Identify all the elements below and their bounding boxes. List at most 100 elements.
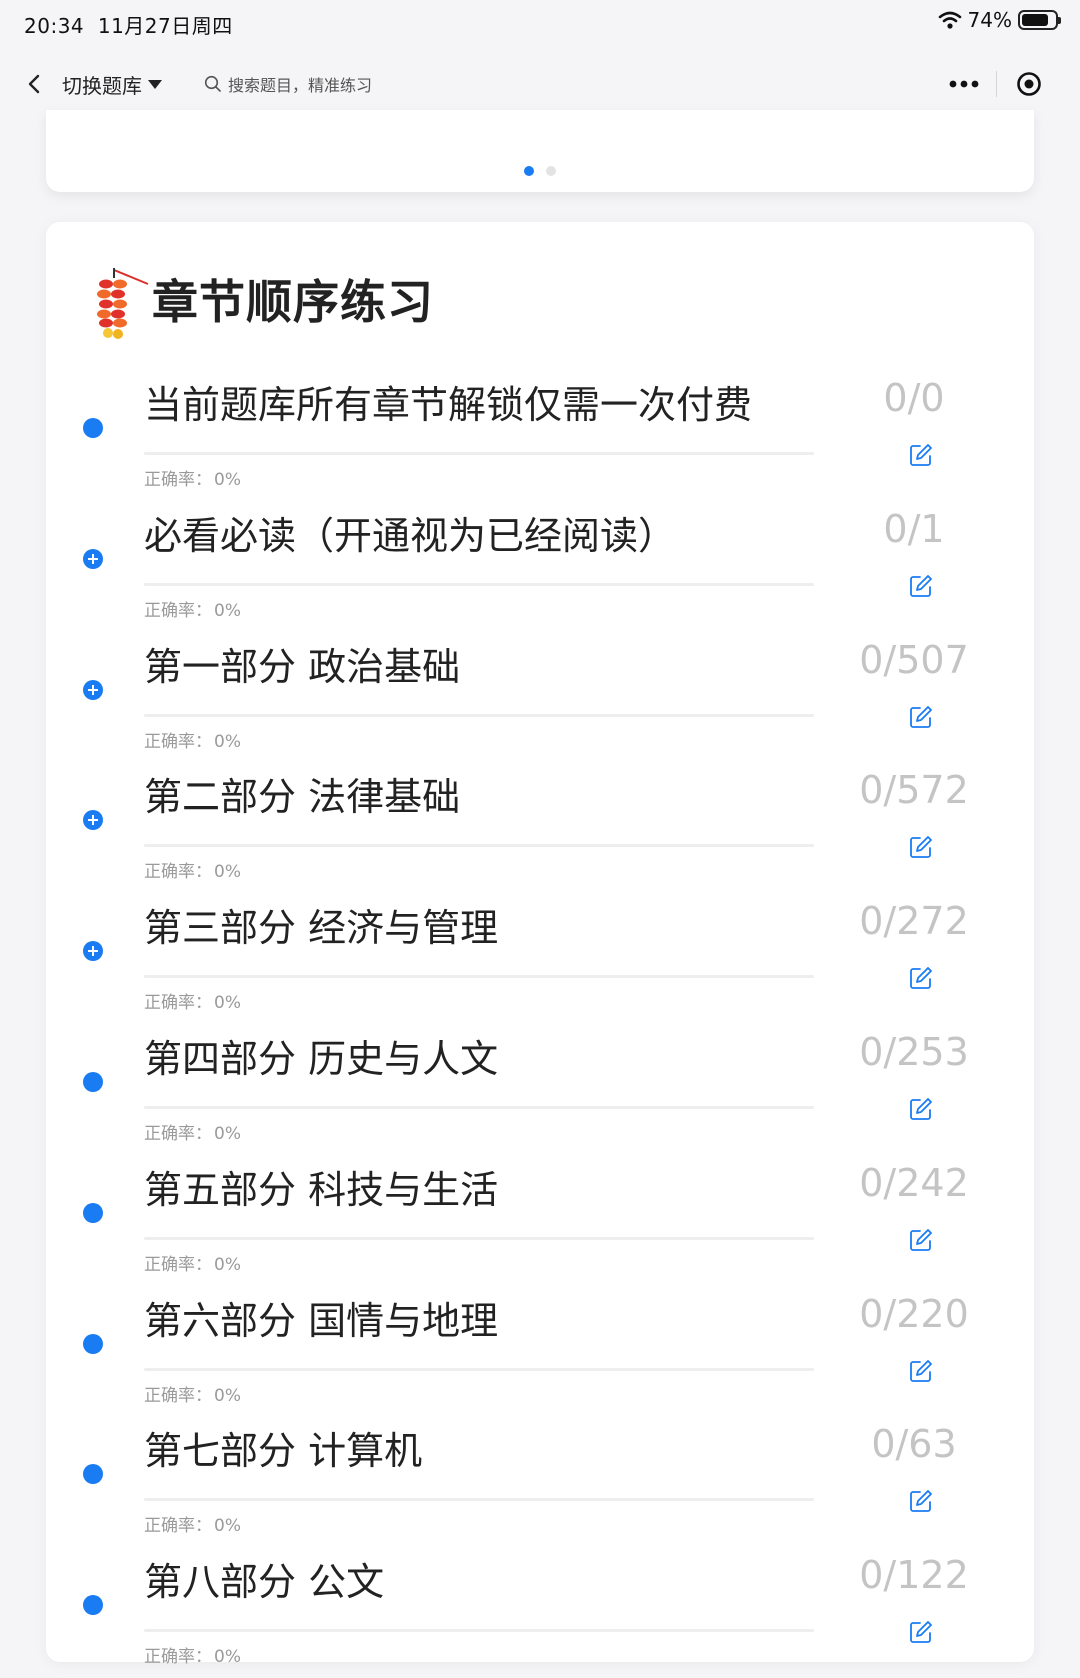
chapter-title: 第六部分 国情与地理	[144, 1298, 499, 1343]
back-arrow-icon[interactable]	[20, 68, 52, 100]
chapter-progress-track	[144, 975, 814, 979]
edit-icon[interactable]	[908, 1096, 934, 1122]
accuracy-text: 正确率： 0%	[144, 988, 241, 1013]
carousel-dot[interactable]	[546, 166, 556, 176]
carousel-indicator	[46, 166, 1034, 176]
edit-icon[interactable]	[908, 1358, 934, 1384]
accuracy-text: 正确率： 0%	[144, 857, 241, 882]
more-button[interactable]	[932, 62, 996, 106]
accuracy-label: 正确率：	[144, 993, 212, 1014]
chapter-progress-track	[144, 1367, 814, 1371]
target-icon	[1016, 72, 1041, 96]
accuracy-text: 正确率： 0%	[144, 1119, 241, 1144]
accuracy-value: 0%	[214, 993, 241, 1014]
accuracy-value: 0%	[214, 1254, 241, 1275]
chapter-count: 0/0	[883, 376, 945, 420]
edit-icon[interactable]	[908, 442, 934, 468]
status-time-date: 20:34 11月27日周四	[24, 10, 233, 39]
chapter-row[interactable]: 第二部分 法律基础正确率： 0% 0/572	[46, 762, 1034, 893]
expand-plus-icon[interactable]	[83, 941, 103, 962]
mini-program-capsule	[932, 62, 1060, 106]
more-dots-icon	[949, 80, 979, 88]
accuracy-value: 0%	[214, 600, 241, 621]
chapter-title: 第七部分 计算机	[144, 1429, 423, 1474]
chapter-progress-track	[144, 1105, 814, 1109]
accuracy-label: 正确率：	[144, 731, 212, 752]
chapter-count: 0/272	[859, 899, 969, 944]
carousel-dot-active[interactable]	[524, 166, 534, 176]
chapter-row[interactable]: 第七部分 计算机正确率： 0% 0/63	[46, 1416, 1034, 1547]
chapter-row[interactable]: 必看必读（开通视为已经阅读） 正确率： 0% 0/1	[46, 501, 1034, 632]
chapter-count: 0/507	[859, 637, 969, 682]
chapter-row[interactable]: 当前题库所有章节解锁仅需一次付费正确率： 0% 0/0	[46, 370, 1034, 501]
chapter-count: 0/220	[859, 1291, 969, 1336]
chapter-row[interactable]: 第一部分 政治基础正确率： 0% 0/507	[46, 632, 1034, 763]
chapter-title: 当前题库所有章节解锁仅需一次付费	[144, 383, 753, 427]
edit-icon[interactable]	[908, 704, 934, 730]
accuracy-label: 正确率：	[144, 1254, 212, 1275]
chapter-row[interactable]: 第三部分 经济与管理正确率： 0% 0/272	[46, 893, 1034, 1024]
chapter-progress-track	[144, 452, 814, 455]
accuracy-label: 正确率：	[144, 470, 212, 490]
chapter-count: 0/253	[859, 1029, 969, 1074]
edit-icon[interactable]	[908, 834, 934, 860]
accuracy-value: 0%	[214, 1647, 241, 1668]
bullet-dot-icon	[83, 1071, 103, 1092]
accuracy-text: 正确率： 0%	[144, 1511, 241, 1536]
switch-bank-button[interactable]: 切换题库	[62, 70, 162, 99]
battery-icon	[1018, 10, 1061, 30]
accuracy-text: 正确率： 0%	[144, 1381, 241, 1406]
chapter-count: 0/63	[871, 1422, 957, 1467]
accuracy-label: 正确率：	[144, 1123, 212, 1144]
search-icon	[204, 75, 221, 92]
search-input[interactable]: 搜索题目，精准练习	[204, 72, 372, 96]
expand-plus-icon[interactable]	[83, 548, 103, 569]
chapter-title: 第三部分 经济与管理	[144, 906, 499, 951]
edit-icon[interactable]	[908, 965, 934, 991]
edit-icon[interactable]	[908, 1619, 934, 1645]
chapter-title: 第一部分 政治基础	[144, 644, 461, 689]
accuracy-text: 正确率： 0%	[144, 727, 241, 752]
battery-percent: 74%	[967, 8, 1012, 32]
status-time: 20:34	[24, 14, 85, 38]
bullet-dot-icon	[83, 1333, 103, 1354]
status-date: 11月27日周四	[97, 14, 233, 38]
chapter-progress-track	[144, 582, 814, 586]
banner-carousel[interactable]	[46, 110, 1034, 192]
edit-icon[interactable]	[908, 1488, 934, 1514]
close-mini-program-button[interactable]	[997, 62, 1060, 106]
expand-plus-icon[interactable]	[83, 810, 103, 831]
accuracy-text: 正确率： 0%	[144, 465, 241, 490]
chapter-progress-track	[144, 844, 814, 848]
chapter-row[interactable]: 第八部分 公文 正确率： 0% 0/122	[46, 1547, 1034, 1678]
accuracy-label: 正确率：	[144, 600, 212, 621]
chapter-progress-track	[144, 713, 814, 717]
chapter-row[interactable]: 第五部分 科技与生活 正确率： 0% 0/242	[46, 1155, 1034, 1286]
switch-bank-label: 切换题库	[62, 74, 142, 98]
chapter-row[interactable]: 第四部分 历史与人文 正确率： 0% 0/253	[46, 1024, 1034, 1155]
bullet-dot-icon	[83, 418, 103, 438]
status-bar: 20:34 11月27日周四 74%	[0, 0, 1080, 48]
chapter-count: 0/1	[883, 506, 945, 551]
accuracy-label: 正确率：	[144, 1516, 212, 1537]
chapter-progress-track	[144, 1236, 814, 1240]
bullet-dot-icon	[83, 1595, 103, 1616]
expand-plus-icon[interactable]	[83, 679, 103, 700]
chapter-count: 0/572	[859, 768, 969, 813]
wifi-icon	[938, 11, 961, 29]
edit-icon[interactable]	[908, 573, 934, 599]
accuracy-value: 0%	[214, 470, 241, 490]
accuracy-text: 正确率： 0%	[144, 596, 241, 621]
section-title: 章节顺序练习	[152, 275, 434, 329]
accuracy-value: 0%	[214, 862, 241, 883]
status-right: 74%	[938, 8, 1061, 32]
chapter-progress-track	[144, 1629, 814, 1633]
chapter-title: 第二部分 法律基础	[144, 775, 461, 820]
accuracy-value: 0%	[214, 1385, 241, 1406]
edit-icon[interactable]	[908, 1227, 934, 1253]
bullet-dot-icon	[83, 1464, 103, 1485]
accuracy-text: 正确率： 0%	[144, 1642, 241, 1667]
caret-down-icon	[148, 80, 162, 89]
search-placeholder: 搜索题目，精准练习	[228, 76, 373, 95]
chapter-row[interactable]: 第六部分 国情与地理正确率： 0% 0/220	[46, 1286, 1034, 1417]
